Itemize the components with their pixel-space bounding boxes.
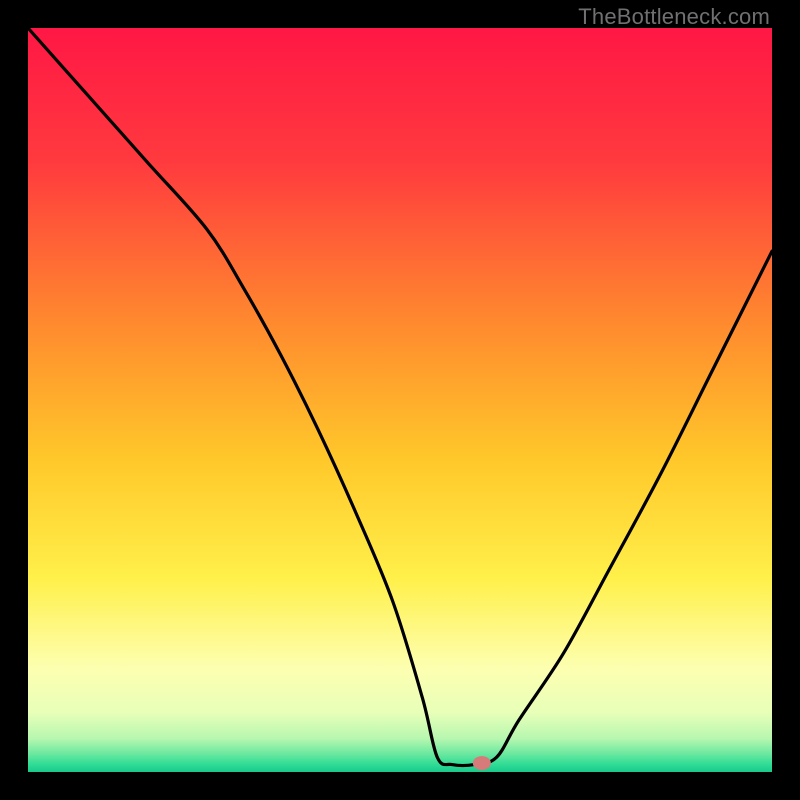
- plot-area: [28, 28, 772, 772]
- bottleneck-curve: [28, 28, 772, 765]
- curve-layer: [28, 28, 772, 772]
- optimum-marker-icon: [473, 756, 491, 770]
- chart-frame: TheBottleneck.com: [0, 0, 800, 800]
- watermark-text: TheBottleneck.com: [578, 4, 770, 30]
